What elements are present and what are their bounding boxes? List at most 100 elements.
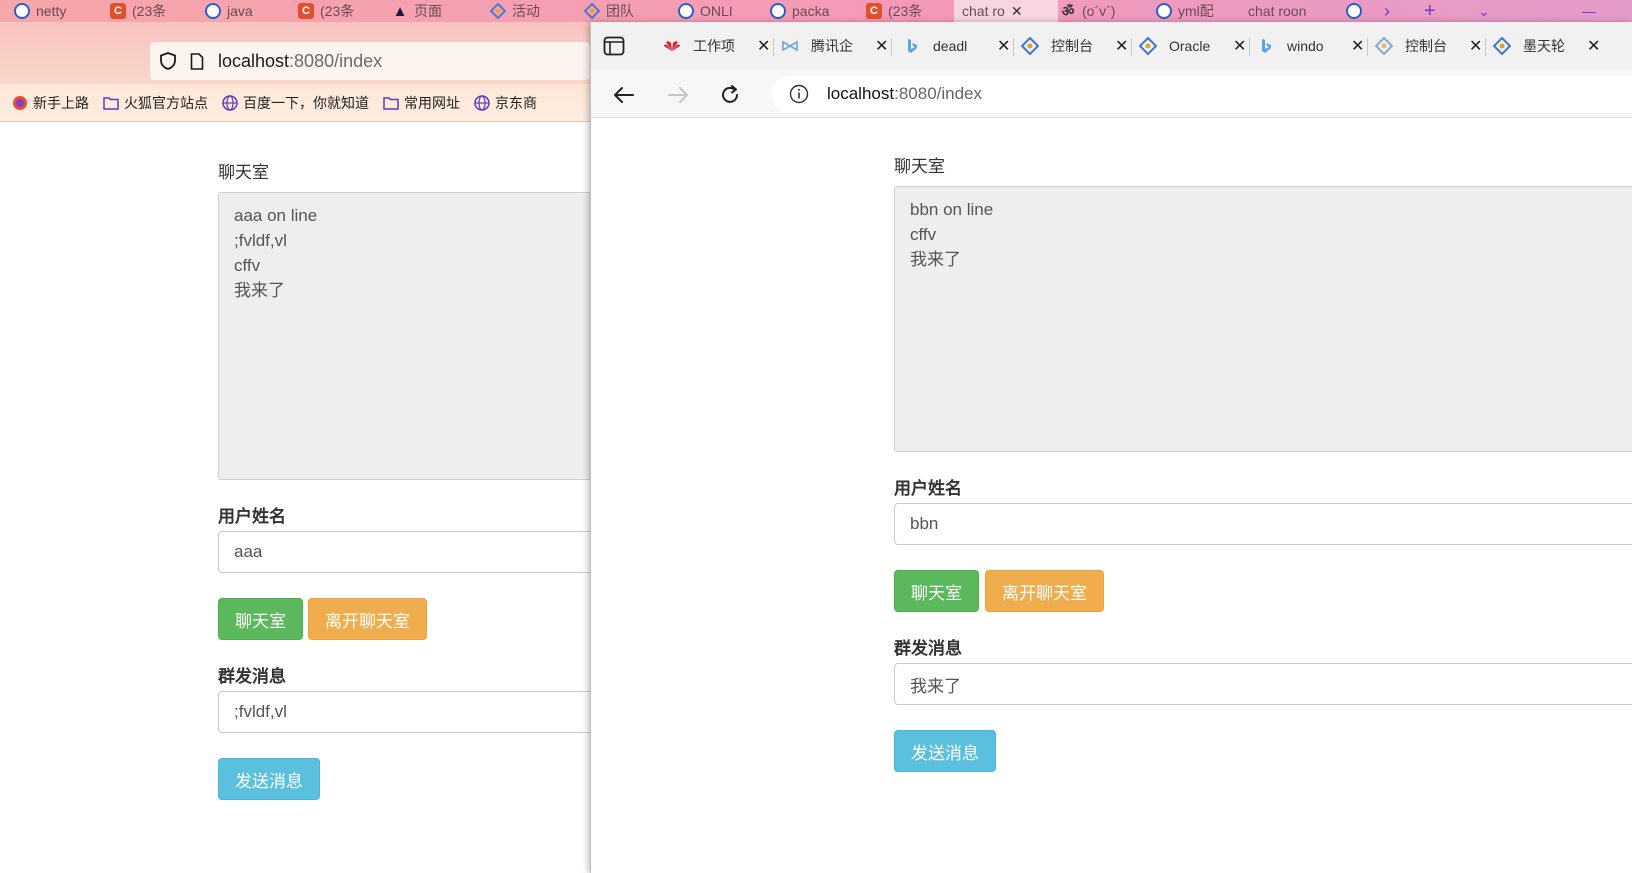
folder-icon (103, 96, 119, 110)
broadcast-label: 群发消息 (894, 639, 962, 658)
firefox-tab[interactable]: netty (14, 0, 86, 22)
chat-message: aaa on line (234, 206, 318, 225)
firefox-tab[interactable] (1346, 0, 1368, 22)
chat-message: 我来了 (910, 250, 961, 269)
csdn-icon: C (110, 3, 126, 19)
firefox-tab[interactable]: ONLI (678, 0, 750, 22)
username-input[interactable]: aaa (218, 531, 618, 573)
username-input[interactable]: bbn (894, 503, 1632, 545)
close-tab-icon[interactable]: ✕ (1351, 36, 1364, 56)
edge-tab[interactable]: Oracle ✕ (1139, 22, 1251, 70)
chat-message: 我来了 (234, 281, 285, 300)
app-icon (1375, 37, 1393, 55)
bing-icon (1262, 39, 1271, 53)
close-tab-icon[interactable]: ✕ (1587, 36, 1600, 56)
chat-message: bbn on line (910, 200, 994, 219)
leave-chat-button[interactable]: 离开聊天室 (308, 598, 427, 640)
firefox-tab[interactable]: java (205, 0, 275, 22)
app-icon (1139, 37, 1157, 55)
bookmark-item[interactable]: 京东商 (474, 93, 537, 113)
app-icon (1021, 37, 1039, 55)
firefox-tab[interactable]: C (23条 (110, 0, 188, 22)
app-icon (490, 3, 506, 19)
chat-messages-box[interactable]: bbn on line cffv 我来了 (894, 186, 1632, 452)
info-icon[interactable] (789, 84, 809, 104)
csdn-icon: C (866, 3, 882, 19)
shield-icon[interactable] (160, 52, 176, 70)
close-tab-icon[interactable]: ✕ (757, 36, 770, 56)
firefox-icon (13, 95, 27, 110)
close-tab-icon[interactable]: ✕ (875, 36, 888, 56)
baidu-paw-icon (14, 3, 30, 19)
bookmark-item[interactable]: 新手上路 (12, 93, 89, 113)
edge-tab[interactable]: 墨天轮 ✕ (1493, 22, 1600, 70)
firefox-tab[interactable]: ▲ 页面 (392, 0, 466, 22)
tabs-list-icon[interactable]: ⌄ (1478, 0, 1498, 22)
firefox-tab[interactable]: packa (770, 0, 842, 22)
app-icon (584, 3, 600, 19)
baidu-paw-icon (1346, 3, 1362, 19)
close-tab-icon[interactable]: ✕ (1115, 36, 1128, 56)
edge-tab[interactable]: 工作项 ✕ (663, 22, 775, 70)
back-arrow-icon[interactable] (611, 82, 637, 108)
firefox-tab[interactable]: C (23条 (866, 0, 944, 22)
join-chat-button[interactable]: 聊天室 (894, 570, 979, 612)
forward-arrow-icon[interactable] (665, 82, 691, 108)
firefox-url-text: localhost:8080/index (218, 50, 383, 71)
leave-chat-button[interactable]: 离开聊天室 (985, 570, 1104, 612)
bing-icon (908, 39, 917, 53)
edge-tab[interactable]: 控制台 ✕ (1375, 22, 1487, 70)
edge-tab[interactable]: 腾讯企 ✕ (781, 22, 893, 70)
close-tab-icon[interactable]: ✕ (1469, 36, 1482, 56)
edge-url-text: localhost:8080/index (827, 84, 983, 103)
edge-tab[interactable]: windo ✕ (1257, 22, 1369, 70)
new-tab-icon[interactable]: + (1424, 0, 1446, 22)
close-tab-icon[interactable]: ✕ (1011, 3, 1023, 20)
app-icon (1493, 37, 1511, 55)
edge-tab-strip: 工作项 ✕ 腾讯企 ✕ deadl ✕ 控制台 ✕ Oracle ✕ windo… (591, 22, 1632, 70)
app-icon: ॐ (1061, 2, 1075, 19)
chat-room-title: 聊天室 (218, 163, 269, 182)
minimize-icon[interactable]: — (1582, 0, 1602, 22)
tabs-scroll-right-icon[interactable]: › (1384, 0, 1404, 22)
broadcast-input[interactable]: 我来了 (894, 663, 1632, 705)
baidu-paw-icon (770, 3, 786, 19)
firefox-tab[interactable]: C (23条 (298, 0, 376, 22)
close-tab-icon[interactable]: ✕ (997, 36, 1010, 56)
page-icon[interactable] (190, 52, 204, 70)
chat-messages-box[interactable]: aaa on line ;fvldf,vl cffv 我来了 (218, 192, 618, 480)
broadcast-label: 群发消息 (218, 667, 286, 686)
folder-icon (383, 96, 399, 110)
bookmark-item[interactable]: 百度一下，你就知道 (222, 93, 369, 113)
chat-message: ;fvldf,vl (234, 231, 287, 250)
firefox-tab-active[interactable]: chat ro ✕ (954, 0, 1058, 22)
globe-icon (474, 94, 490, 111)
close-tab-icon[interactable]: ✕ (1233, 36, 1246, 56)
chat-room-title: 聊天室 (894, 157, 945, 176)
broadcast-input[interactable]: ;fvldf,vl (218, 691, 618, 733)
chat-message: cffv (234, 256, 261, 275)
firefox-tab[interactable]: 团队 (584, 0, 656, 22)
bookmark-item[interactable]: 火狐官方站点 (103, 93, 208, 113)
firefox-tab-strip: netty C (23条 java C (23条 ▲ 页面 活动 团队 ONLI… (0, 0, 1632, 22)
firefox-tab[interactable]: 活动 (490, 0, 562, 22)
huawei-icon (664, 41, 680, 51)
firefox-tab[interactable]: yml配 (1156, 0, 1238, 22)
send-message-button[interactable]: 发送消息 (894, 730, 996, 772)
send-message-button[interactable]: 发送消息 (218, 758, 320, 800)
csdn-icon: C (298, 3, 314, 19)
join-chat-button[interactable]: 聊天室 (218, 598, 303, 640)
edge-tab[interactable]: deadl ✕ (903, 22, 1015, 70)
refresh-icon[interactable] (717, 82, 743, 108)
firefox-tab[interactable]: chat roon (1248, 0, 1338, 22)
tab-actions-icon[interactable] (603, 36, 625, 56)
tencent-icon (782, 40, 798, 52)
edge-toolbar: localhost:8080/index (591, 70, 1632, 118)
bookmark-item[interactable]: 常用网址 (383, 93, 460, 113)
firefox-navbar: localhost:8080/index (0, 22, 590, 84)
edge-url-bar[interactable]: localhost:8080/index (771, 76, 1632, 112)
firefox-tab[interactable]: ॐ (o´v`) (1060, 0, 1152, 22)
baidu-paw-icon (205, 3, 221, 19)
firefox-url-bar[interactable]: localhost:8080/index (150, 42, 590, 80)
edge-tab[interactable]: 控制台 ✕ (1021, 22, 1133, 70)
